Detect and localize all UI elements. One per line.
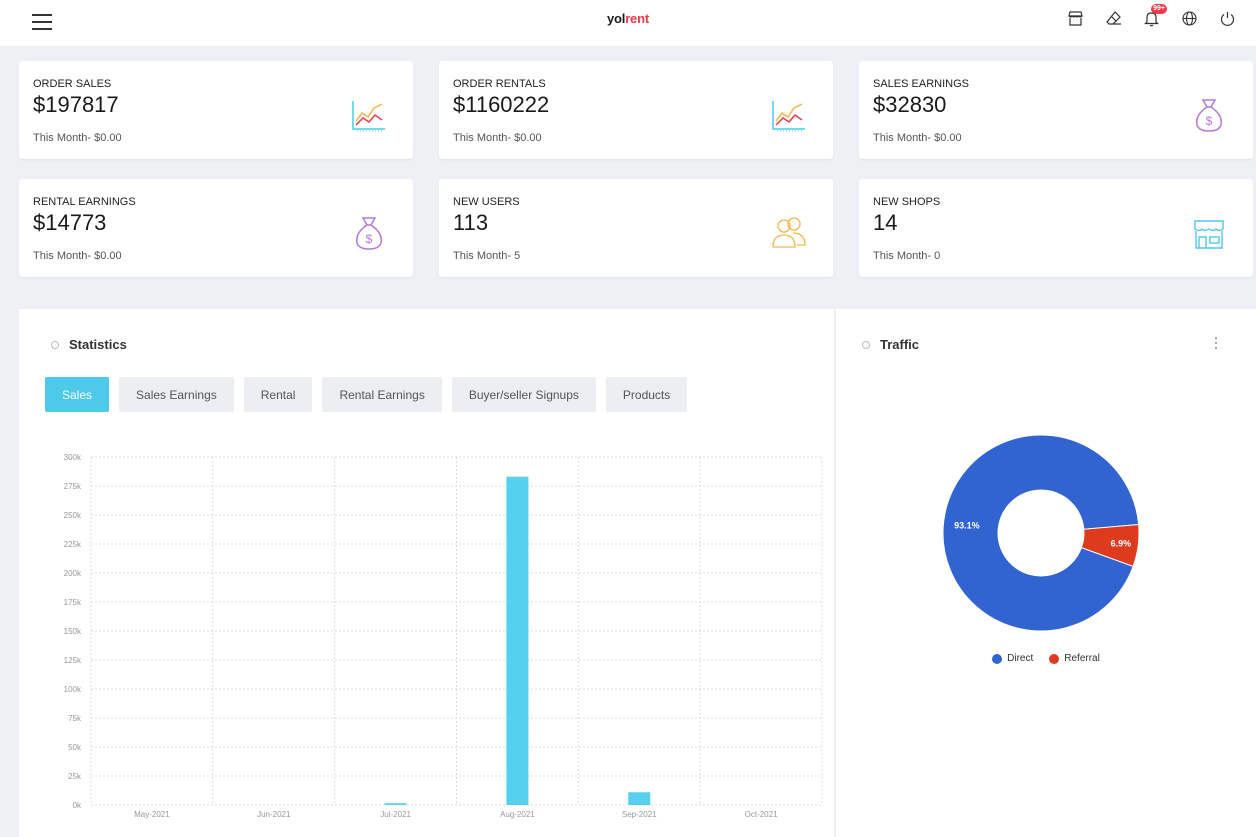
card-rental-earnings[interactable]: RENTAL EARNINGS $14773 This Month- $0.00… (19, 179, 413, 277)
card-subtext: This Month- $0.00 (873, 132, 962, 144)
top-icons: 99+ (1067, 4, 1236, 27)
bar-sep-2021 (628, 792, 651, 805)
card-order-rentals[interactable]: ORDER RENTALS $1160222 This Month- $0.00 (439, 61, 833, 159)
card-subtext: This Month- $0.00 (453, 132, 542, 144)
y-tick-label: 25k (68, 772, 82, 781)
top-bar: yolrent 99+ (0, 0, 1256, 46)
card-value: 113 (453, 210, 489, 235)
card-new-shops[interactable]: NEW SHOPS 14 This Month- 0 (859, 179, 1253, 277)
card-label: NEW USERS (453, 196, 520, 208)
card-new-users[interactable]: NEW USERS 113 This Month- 5 (439, 179, 833, 277)
legend-referral[interactable]: Referral (1049, 653, 1100, 664)
statistics-title: Statistics (69, 337, 127, 352)
statistics-tabs: Sales Sales Earnings Rental Rental Earni… (45, 377, 688, 412)
users-icon (769, 213, 809, 253)
tab-buyer-seller-signups[interactable]: Buyer/seller Signups (451, 377, 596, 412)
card-subtext: This Month- 5 (453, 250, 521, 262)
tab-sales[interactable]: Sales (45, 377, 110, 412)
tab-products[interactable]: Products (605, 377, 688, 412)
card-subtext: This Month- $0.00 (33, 250, 122, 262)
y-tick-label: 200k (64, 569, 82, 578)
x-tick-label: Jun-2021 (257, 810, 291, 819)
x-tick-label: May-2021 (134, 810, 170, 819)
card-subtext: This Month- 0 (873, 250, 941, 262)
x-tick-label: Jul-2021 (380, 810, 411, 819)
legend-label-referral: Referral (1064, 653, 1100, 664)
y-tick-label: 50k (68, 743, 82, 752)
money-bag-icon: $ (1189, 95, 1229, 135)
globe-icon[interactable] (1181, 10, 1198, 27)
card-label: NEW SHOPS (873, 196, 941, 208)
traffic-panel: Traffic 93.1% 6.9% Direct Referral (836, 309, 1256, 837)
card-value: $14773 (33, 210, 107, 235)
bell-icon[interactable]: 99+ (1143, 4, 1167, 27)
y-tick-label: 0k (73, 801, 82, 810)
statistics-panel: Statistics Sales Sales Earnings Rental R… (19, 309, 834, 837)
card-value: $197817 (33, 92, 119, 117)
card-value: 14 (873, 210, 898, 235)
svg-text:$: $ (1206, 114, 1213, 128)
card-value: $32830 (873, 92, 947, 117)
circle-icon (51, 340, 59, 349)
y-tick-label: 75k (68, 714, 82, 723)
y-tick-label: 125k (64, 656, 82, 665)
card-label: RENTAL EARNINGS (33, 196, 136, 208)
card-order-sales[interactable]: ORDER SALES $197817 This Month- $0.00 (19, 61, 413, 159)
legend-dot-referral (1049, 653, 1060, 664)
tab-rental-earnings[interactable]: Rental Earnings (322, 377, 442, 412)
tab-sales-earnings[interactable]: Sales Earnings (119, 377, 234, 412)
y-tick-label: 150k (64, 627, 82, 636)
card-subtext: This Month- $0.00 (33, 132, 122, 144)
slice-label-direct: 93.1% (954, 521, 980, 531)
line-chart-icon (349, 95, 389, 135)
legend-label-direct: Direct (1007, 653, 1034, 664)
eraser-icon[interactable] (1105, 10, 1122, 27)
card-sales-earnings[interactable]: SALES EARNINGS $32830 This Month- $0.00 … (859, 61, 1253, 159)
money-bag-icon: $ (349, 213, 389, 253)
line-chart-icon (769, 95, 809, 135)
logo-part-yol: yol (607, 11, 626, 26)
y-tick-label: 300k (64, 453, 82, 462)
svg-text:$: $ (366, 232, 373, 246)
traffic-legend: Direct Referral (836, 653, 1256, 664)
statistics-header: Statistics (51, 337, 127, 352)
x-tick-label: Oct-2021 (745, 810, 778, 819)
card-label: SALES EARNINGS (873, 78, 969, 90)
y-tick-label: 225k (64, 540, 82, 549)
power-icon[interactable] (1219, 10, 1236, 27)
shop-icon (1189, 213, 1229, 253)
y-tick-label: 250k (64, 511, 82, 520)
card-label: ORDER RENTALS (453, 78, 546, 90)
store-icon[interactable] (1067, 10, 1084, 27)
x-tick-label: Aug-2021 (500, 810, 535, 819)
bar-jul-2021 (384, 803, 407, 805)
tab-rental[interactable]: Rental (243, 377, 313, 412)
x-tick-label: Sep-2021 (622, 810, 657, 819)
sales-bar-chart: 0k 25k 50k 75k 100k 125k 150k 175k 200k 225k 250k 2… (64, 453, 823, 819)
y-tick-label: 175k (64, 598, 82, 607)
legend-direct[interactable]: Direct (992, 653, 1033, 664)
y-tick-label: 100k (64, 685, 82, 694)
slice-label-referral: 6.9% (1111, 538, 1132, 548)
card-value: $1160222 (453, 92, 550, 117)
bar-aug-2021 (506, 476, 529, 805)
notification-badge: 99+ (1151, 4, 1167, 14)
card-label: ORDER SALES (33, 78, 112, 90)
y-tick-label: 275k (64, 482, 82, 491)
legend-dot-direct (992, 653, 1003, 664)
logo-part-rent: rent (625, 11, 649, 26)
traffic-donut-chart: 93.1% 6.9% (942, 434, 1140, 632)
